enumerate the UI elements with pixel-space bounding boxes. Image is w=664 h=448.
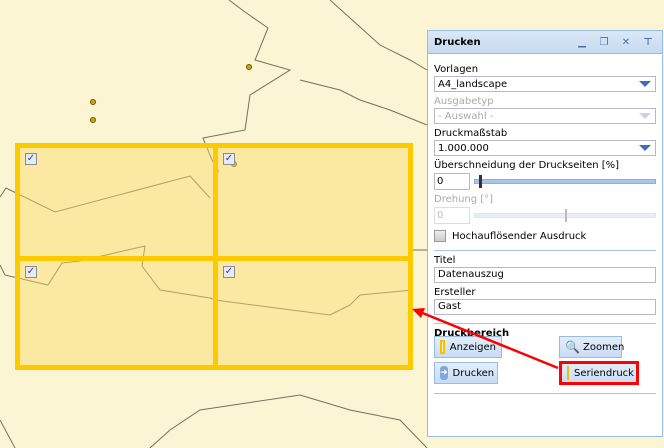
slider-thumb[interactable] — [479, 174, 482, 188]
anzeigen-label: Anzeigen — [449, 341, 496, 353]
page-checkbox-icon[interactable]: ✓ — [25, 153, 37, 165]
drehung-input: 0 — [434, 206, 470, 224]
seriendruck-label: Seriendruck — [574, 367, 634, 379]
titel-input[interactable]: Datenauszug — [434, 267, 656, 283]
ausgabetyp-value: - Auswahl - — [438, 110, 494, 122]
drucken-button[interactable]: ➜ Drucken — [434, 362, 498, 384]
close-icon[interactable]: ✕ — [618, 37, 634, 48]
print-page-2[interactable]: ✓ — [213, 143, 413, 261]
ersteller-label: Ersteller — [434, 287, 476, 298]
ueberschneidung-input[interactable]: 0 — [434, 172, 470, 190]
titel-label: Titel — [434, 255, 456, 266]
vorlagen-label: Vorlagen — [434, 64, 479, 75]
slider-thumb — [565, 208, 567, 222]
map-point — [90, 117, 96, 123]
map-point — [246, 64, 252, 70]
anzeigen-button[interactable]: Anzeigen — [434, 336, 502, 358]
hochaufloesend-checkbox[interactable] — [434, 230, 446, 242]
massstab-value: 1.000.000 — [438, 142, 489, 154]
ausgabetyp-select: - Auswahl - — [434, 108, 656, 124]
restore-icon[interactable]: ❐ — [596, 37, 612, 48]
grid-pages-icon — [567, 366, 569, 380]
arrow-right-icon: ➜ — [440, 366, 448, 380]
vorlagen-value: A4_landscape — [438, 78, 508, 90]
drucken-label: Drucken — [452, 367, 495, 379]
drehung-slider — [474, 208, 656, 222]
page-checkbox-icon[interactable]: ✓ — [223, 266, 235, 278]
print-page-1[interactable]: ✓ — [15, 143, 218, 261]
page-outline-icon — [440, 340, 445, 354]
map-point — [90, 99, 96, 105]
page-checkbox-icon[interactable]: ✓ — [223, 153, 235, 165]
divider — [434, 250, 656, 251]
hochaufloesend-label: Hochauflösender Ausdruck — [452, 230, 587, 242]
pin-icon[interactable]: ⊤ — [640, 37, 656, 48]
print-panel: Drucken ▁ ❐ ✕ ⊤ Vorlagen A4_landscape Au… — [427, 30, 663, 437]
chevron-down-icon[interactable] — [639, 81, 651, 87]
print-page-3[interactable]: ✓ — [15, 256, 218, 370]
magnifier-icon: 🔍 — [565, 340, 580, 354]
page-checkbox-icon[interactable]: ✓ — [25, 266, 37, 278]
chevron-down-icon[interactable] — [639, 145, 651, 151]
vorlagen-select[interactable]: A4_landscape — [434, 76, 656, 92]
zoomen-label: Zoomen — [583, 341, 625, 353]
seriendruck-button[interactable]: Seriendruck — [559, 361, 639, 385]
massstab-select[interactable]: 1.000.000 — [434, 140, 656, 156]
zoomen-button[interactable]: 🔍 Zoomen — [559, 336, 625, 358]
drehung-label: Drehung [°] — [434, 194, 494, 205]
minimize-icon[interactable]: ▁ — [574, 37, 590, 48]
print-page-4[interactable]: ✓ — [213, 256, 413, 370]
divider — [434, 323, 656, 324]
ueberschneidung-slider[interactable] — [474, 174, 656, 188]
massstab-label: Druckmaßstab — [434, 128, 508, 139]
panel-titlebar[interactable]: Drucken ▁ ❐ ✕ ⊤ — [428, 31, 662, 54]
panel-title: Drucken — [434, 36, 481, 48]
ausgabetyp-label: Ausgabetyp — [434, 96, 494, 107]
ersteller-input[interactable]: Gast — [434, 299, 656, 315]
chevron-down-icon — [639, 113, 651, 119]
ueberschneidung-label: Überschneidung der Druckseiten [%] — [434, 160, 620, 171]
divider — [434, 393, 656, 394]
